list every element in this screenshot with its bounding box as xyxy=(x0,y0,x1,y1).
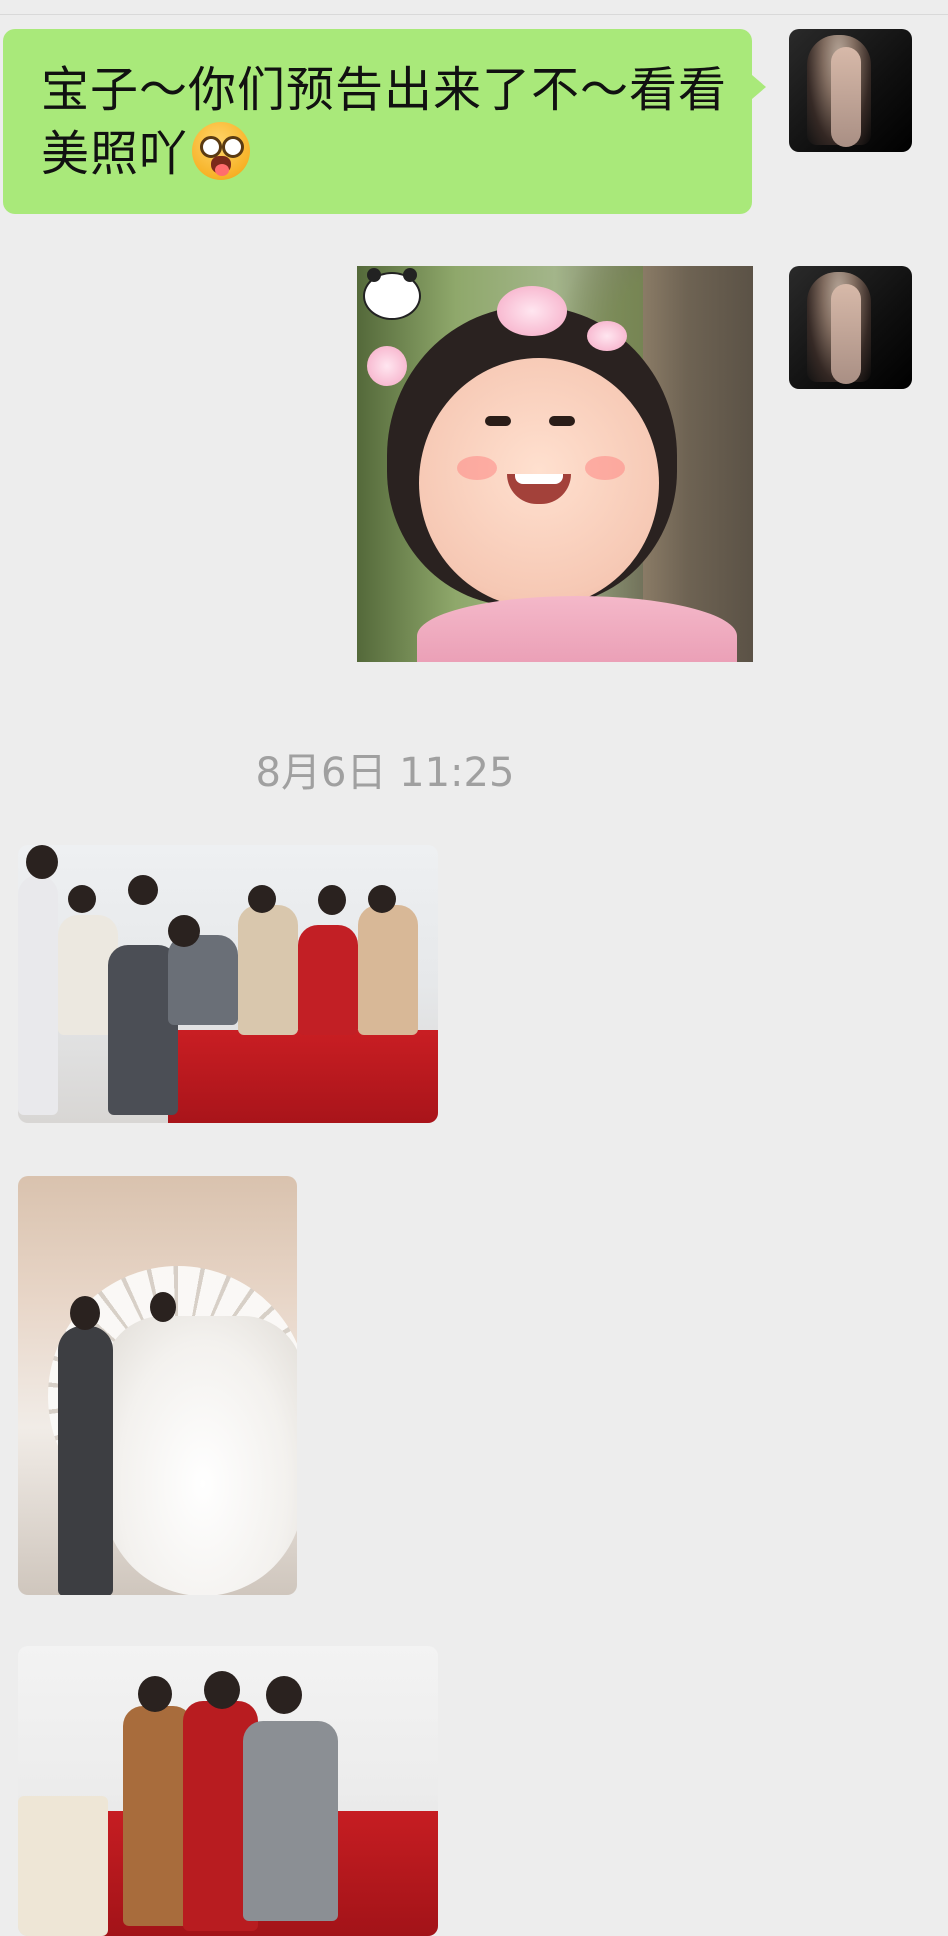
message-text: 宝子～你们预告出来了不～看看美照吖 xyxy=(41,59,731,186)
received-image-family[interactable] xyxy=(18,1646,438,1936)
received-image-couple[interactable] xyxy=(18,1176,297,1595)
user-avatar[interactable] xyxy=(789,266,912,389)
timestamp: 8月6日 11:25 xyxy=(255,750,515,796)
received-image-group[interactable] xyxy=(18,845,438,1123)
text-message-bubble[interactable]: 宝子～你们预告出来了不～看看美照吖 xyxy=(3,29,766,214)
star-struck-emoji-icon xyxy=(192,122,251,180)
top-divider xyxy=(0,14,948,15)
sticker-icon xyxy=(363,268,421,320)
message-text-content: 宝子～你们预告出来了不～看看美照吖 xyxy=(41,62,728,182)
sent-image-child[interactable] xyxy=(357,266,753,662)
bubble-tail xyxy=(752,75,766,99)
user-avatar[interactable] xyxy=(789,29,912,152)
